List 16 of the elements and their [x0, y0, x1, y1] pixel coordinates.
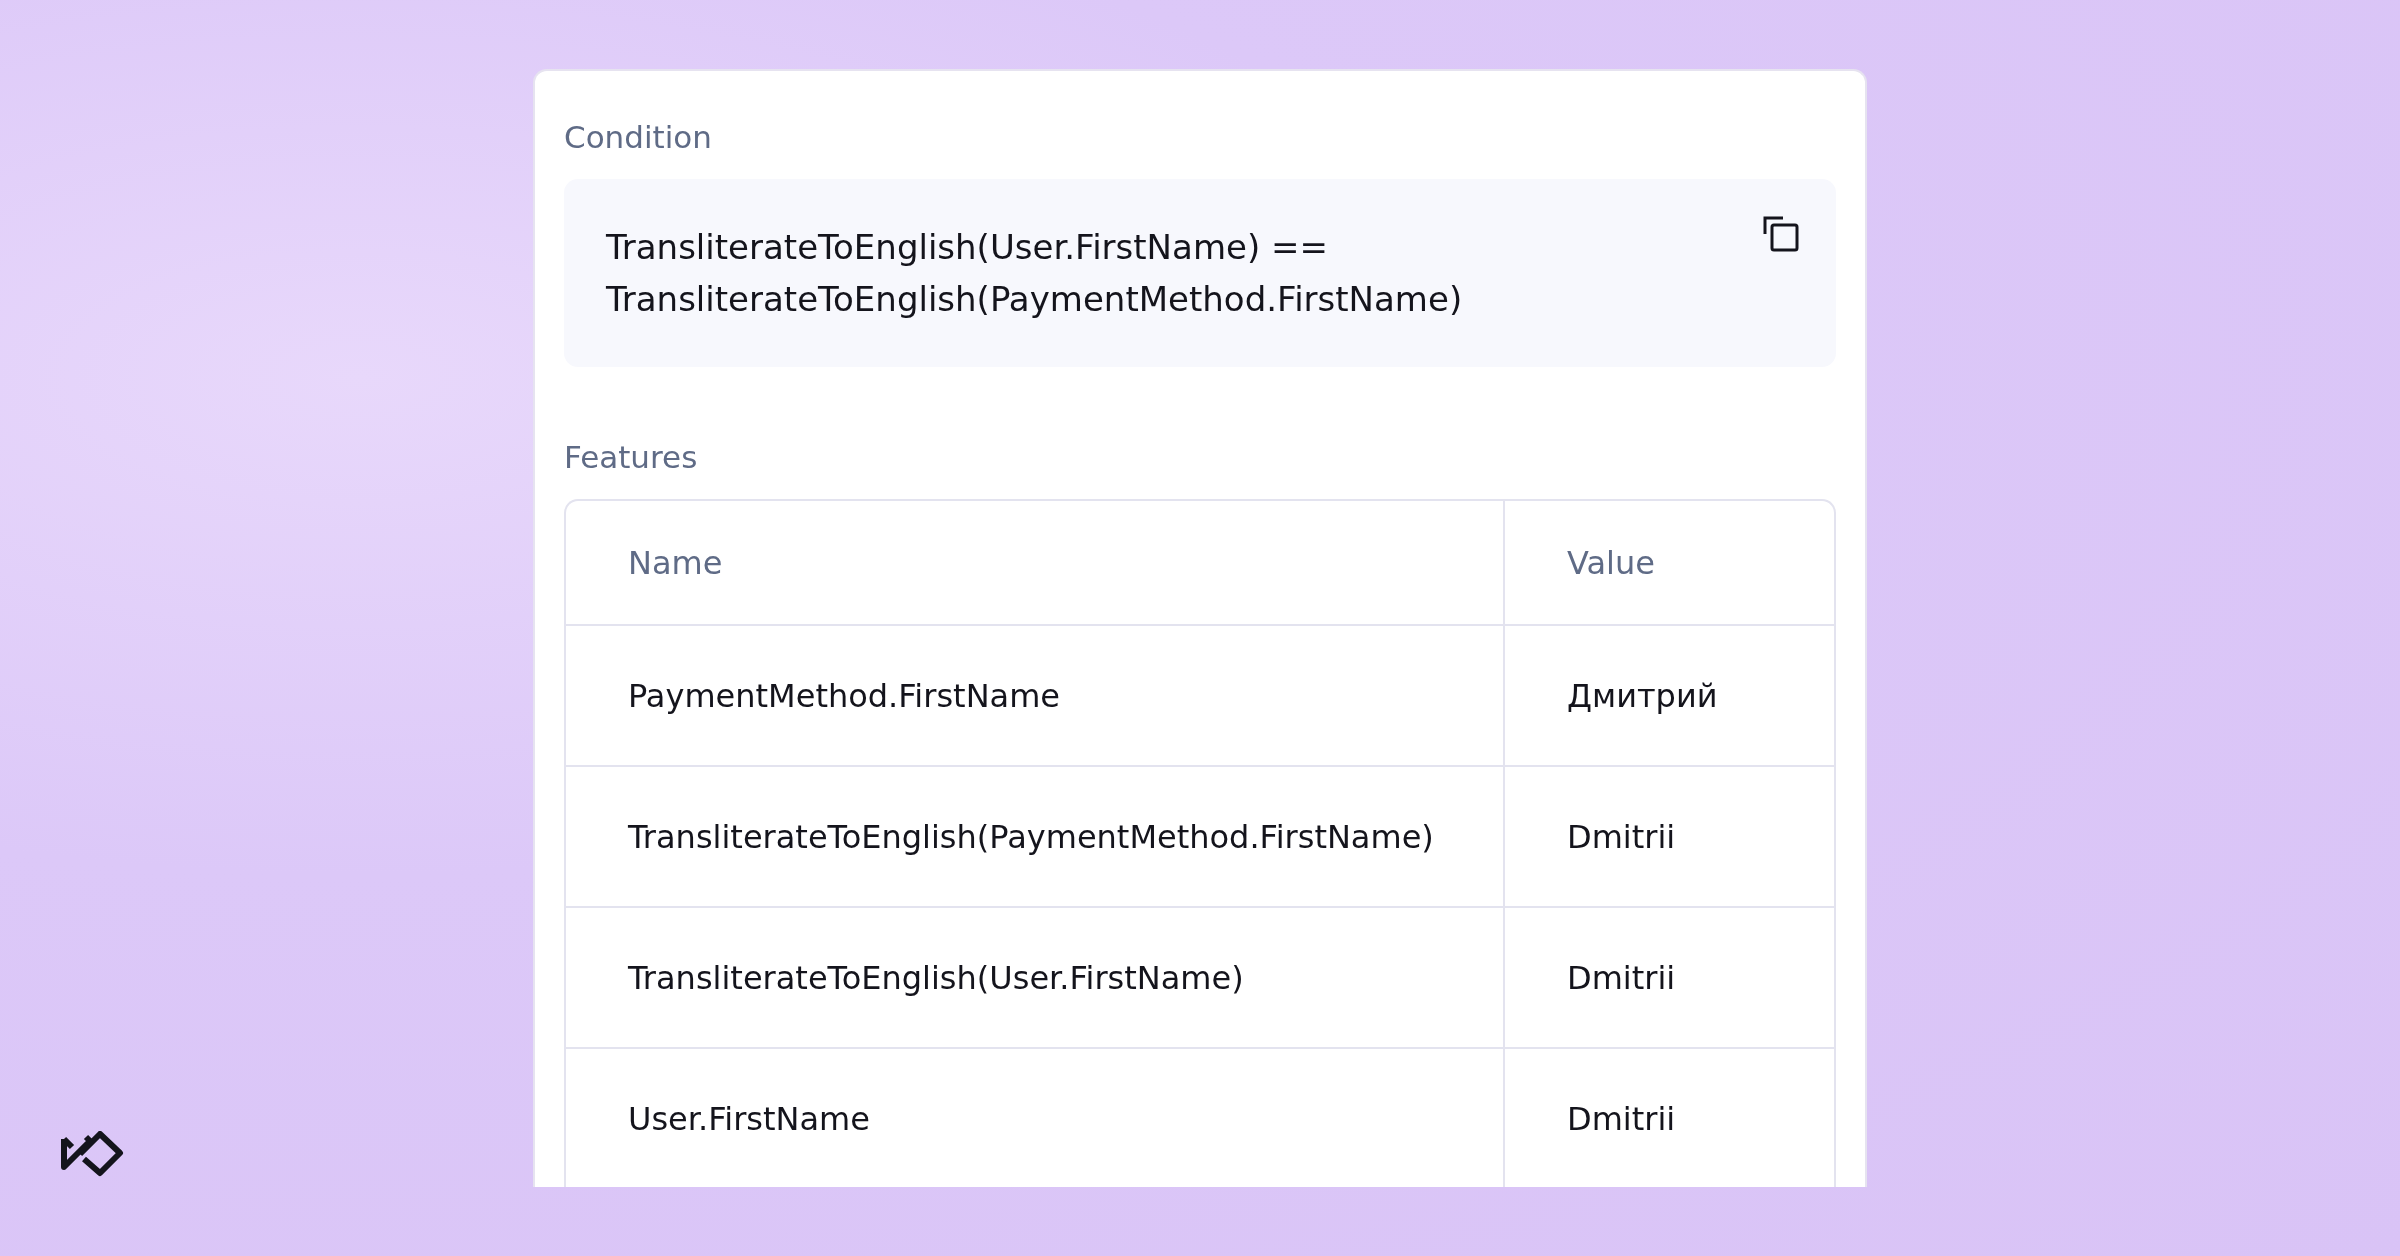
table-cell: TransliterateToEnglish(PaymentMethod.FirstName) [566, 765, 1503, 906]
column-header: Value [1503, 501, 1834, 624]
table-cell: User.FirstName [566, 1047, 1503, 1187]
logo-icon [60, 1131, 124, 1177]
table-cell: Dmitrii [1503, 1047, 1834, 1187]
condition-code: TransliterateToEnglish(User.FirstName) == TransliterateToEnglish(PaymentMethod.FirstName) [606, 226, 1463, 321]
copy-button[interactable] [1762, 215, 1800, 253]
table-cell: Дмитрий [1503, 624, 1834, 765]
column-header: Name [627, 542, 724, 584]
table-cell: TransliterateToEnglish(User.FirstName) [566, 906, 1503, 1047]
table-cell: Dmitrii [1503, 906, 1834, 1047]
table-cell: Dmitrii [1503, 765, 1834, 906]
section-label: Features [564, 439, 699, 475]
copy-icon [1762, 215, 1800, 253]
section-label: Condition [564, 119, 713, 155]
table-cell: PaymentMethod.FirstName [566, 624, 1503, 765]
